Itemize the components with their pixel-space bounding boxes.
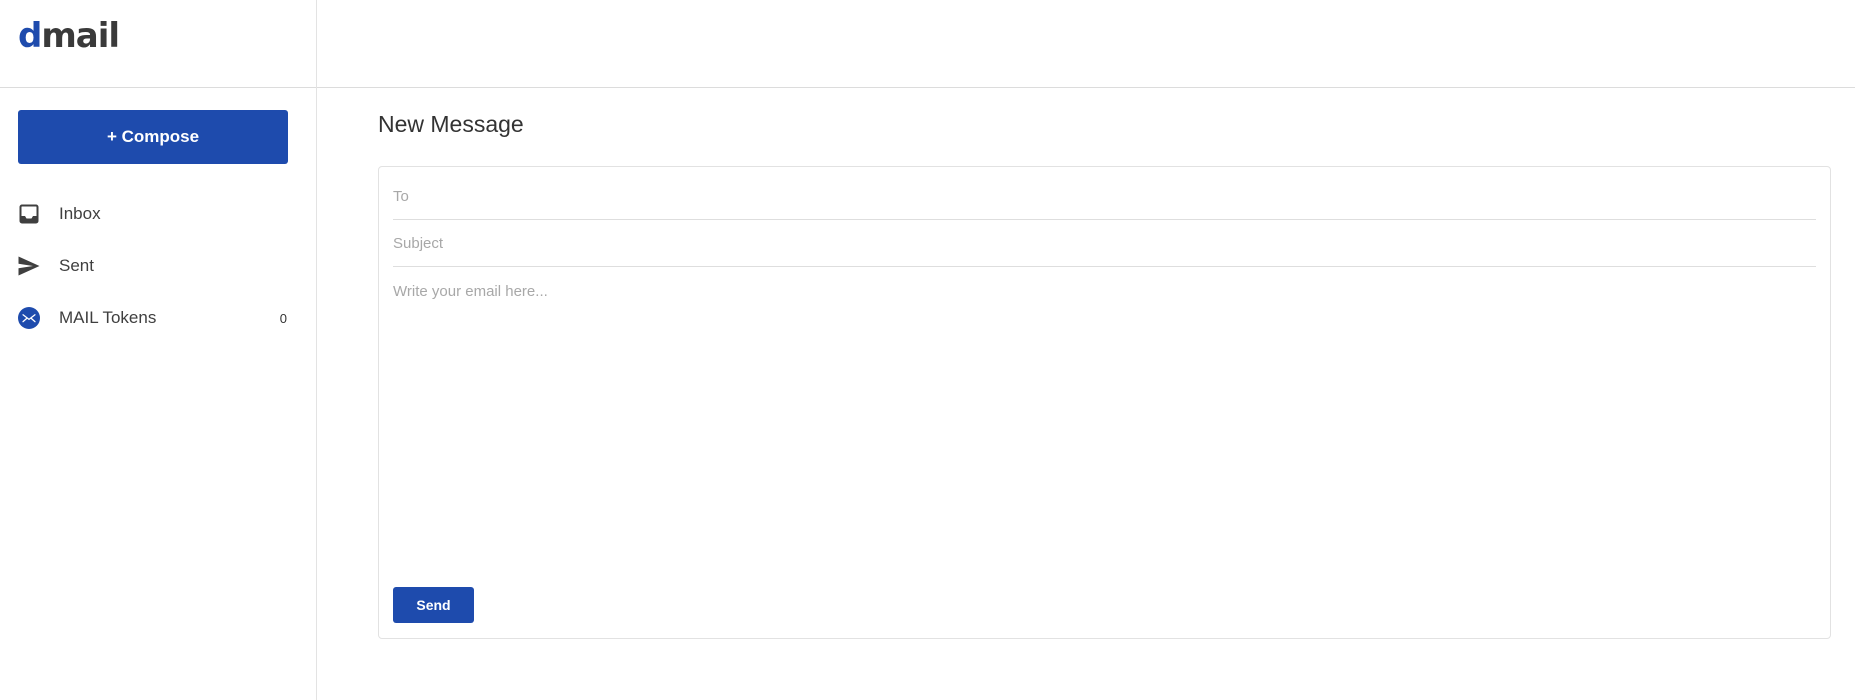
- compose-form: Send: [378, 166, 1831, 639]
- sidebar-item-label: Sent: [59, 256, 94, 275]
- send-icon: [18, 255, 40, 277]
- sidebar-nav: Inbox Sent MAIL Tokens 0: [0, 188, 316, 344]
- sidebar: dmail + Compose Inbox Sent MAIL Tokens 0: [0, 0, 317, 700]
- inbox-icon: [18, 203, 40, 225]
- logo-text: mail: [41, 16, 120, 56]
- sidebar-item-label: MAIL Tokens: [59, 308, 157, 327]
- subject-field[interactable]: [393, 221, 1816, 267]
- mail-token-icon: [18, 307, 40, 329]
- compose-button[interactable]: + Compose: [18, 110, 288, 164]
- sidebar-item-label: Inbox: [59, 204, 101, 223]
- logo-letter-d: d: [18, 16, 42, 56]
- app-logo[interactable]: dmail: [18, 16, 120, 56]
- to-field[interactable]: [393, 174, 1816, 220]
- logo-area: dmail: [0, 0, 316, 88]
- sidebar-item-mail-tokens[interactable]: MAIL Tokens 0: [0, 292, 316, 344]
- email-body-field[interactable]: [393, 283, 1816, 563]
- top-bar: [317, 0, 1855, 88]
- app-window: dmail + Compose Inbox Sent MAIL Tokens 0…: [0, 0, 1855, 700]
- compose-view: New Message Send: [378, 110, 1831, 639]
- sidebar-item-inbox[interactable]: Inbox: [0, 188, 316, 240]
- page-title: New Message: [378, 111, 524, 137]
- token-count: 0: [279, 310, 287, 326]
- sidebar-item-sent[interactable]: Sent: [0, 240, 316, 292]
- send-button[interactable]: Send: [393, 587, 474, 623]
